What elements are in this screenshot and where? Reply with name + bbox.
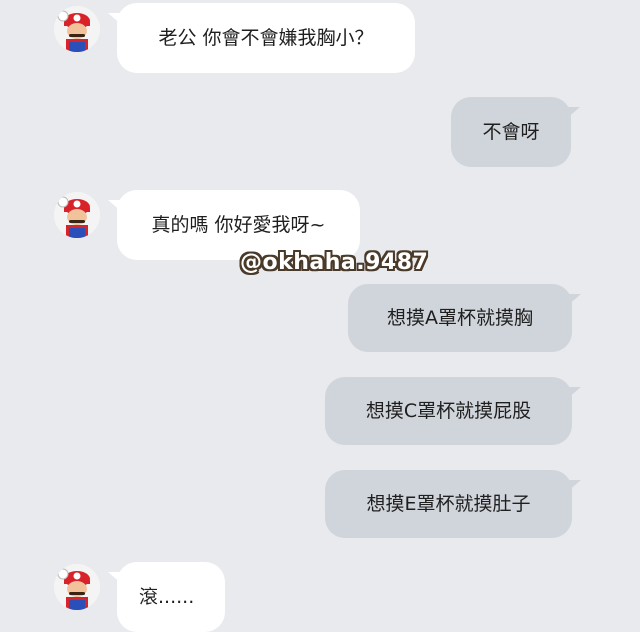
message-bubble-outgoing: 想摸C罩杯就摸屁股: [325, 377, 581, 445]
message-text: 真的嗎 你好愛我呀~: [151, 213, 326, 236]
mario-avatar-icon: [54, 192, 100, 238]
message-text: 不會呀: [482, 120, 540, 143]
mario-avatar-icon: [54, 564, 100, 610]
contact-avatar[interactable]: [54, 192, 100, 238]
mario-avatar-icon: [54, 6, 100, 52]
message-text: 想摸C罩杯就摸屁股: [365, 399, 532, 422]
contact-avatar[interactable]: [54, 6, 100, 52]
contact-avatar[interactable]: [54, 564, 100, 610]
message-text: 想摸A罩杯就摸胸: [387, 306, 533, 329]
message-bubble-incoming: 滾......: [108, 562, 225, 632]
watermark: @okhaha.9487: [240, 250, 429, 275]
message-text: 老公 你會不會嫌我胸小？: [158, 26, 374, 49]
message-bubble-incoming: 老公 你會不會嫌我胸小？: [108, 3, 415, 73]
message-text: 滾......: [139, 585, 195, 608]
message-text: 想摸E罩杯就摸肚子: [366, 492, 531, 515]
message-bubble-outgoing: 想摸A罩杯就摸胸: [348, 284, 581, 352]
message-bubble-outgoing: 想摸E罩杯就摸肚子: [325, 470, 581, 538]
message-bubble-outgoing: 不會呀: [451, 97, 580, 167]
